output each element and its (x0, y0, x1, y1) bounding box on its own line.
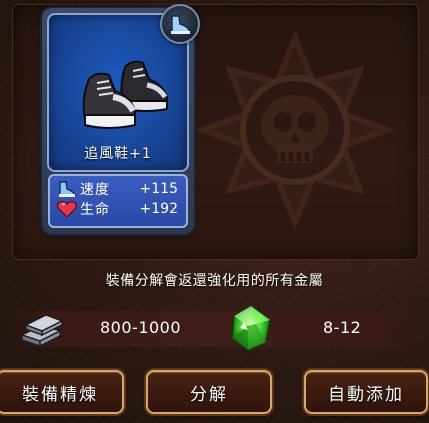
refine-equipment-button[interactable]: 裝備精煉 (0, 370, 124, 414)
green-crystal-icon (231, 305, 271, 351)
stat-row-speed: 速度 +115 (50, 179, 186, 199)
heart-icon (56, 199, 78, 219)
boots-category-icon (160, 4, 200, 44)
auto-add-button[interactable]: 自動添加 (304, 370, 428, 414)
stat-label-speed: 速度 (80, 182, 110, 198)
metal-return-amount: 800-1000 (100, 318, 182, 337)
item-name: 追風鞋+1 (84, 146, 152, 162)
item-stats-box: 速度 +115 生命 +192 (48, 174, 188, 228)
decompose-description: 裝備分解會返還強化用的所有金屬 (105, 273, 324, 289)
stat-value-speed: +115 (139, 181, 178, 197)
decompose-button[interactable]: 分解 (146, 370, 272, 414)
stat-row-hp: 生命 +192 (50, 199, 186, 219)
metal-ingot-icon (20, 314, 64, 348)
speed-boot-icon (56, 179, 78, 199)
decompose-screen: 追風鞋+1 速度 +115 生命 +192 裝備分解會返還強化用的所有金屬 80… (0, 0, 429, 423)
skull-emblem-icon (195, 30, 395, 230)
stat-value-hp: +192 (139, 201, 178, 217)
item-card[interactable]: 追風鞋+1 速度 +115 生命 +192 (42, 4, 200, 234)
gem-return-amount: 8-12 (323, 318, 362, 337)
sneakers-icon (82, 60, 168, 129)
stat-label-hp: 生命 (80, 202, 110, 218)
